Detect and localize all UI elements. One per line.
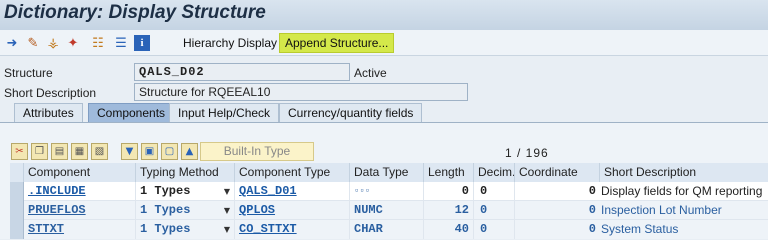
chevron-down-icon[interactable]: ▼ [224,220,230,239]
hierarchy-icon[interactable]: ☷ [90,35,106,51]
typing-method-value: 1 Types [140,203,191,217]
header-short-description[interactable]: Short Description [600,163,768,182]
append-structure-button[interactable]: Append Structure... [279,33,395,53]
header-component-type[interactable]: Component Type [235,163,350,182]
hierarchy-display-button[interactable]: Hierarchy Display [178,33,282,53]
typing-method-cell[interactable]: 1 Types ▼ [136,220,235,239]
tab-attributes[interactable]: Attributes [14,103,83,122]
component-type-cell[interactable]: QALS_D01 [235,182,350,201]
decimals-cell[interactable]: 0 [474,201,515,220]
header-typing-method[interactable]: Typing Method [136,163,235,182]
filter-icon[interactable]: ▼ [121,143,138,160]
row-selector[interactable] [10,201,24,220]
lock-pencil-icon[interactable]: ⚶ [45,35,61,51]
row-selector[interactable] [10,220,24,239]
row-selector[interactable] [10,182,24,201]
copy-icon[interactable]: ❐ [31,143,48,160]
short-description-cell[interactable]: Inspection Lot Number [600,201,768,220]
application-toolbar: ➜ ✎ ⚶ ✦ ☷ ☰ i Hierarchy Display Append S… [0,30,768,56]
glasses-pencil-icon[interactable]: ✎ [25,35,41,51]
component-cell[interactable]: STTXT [24,220,136,239]
coordinate-cell[interactable]: 0 [515,220,600,239]
row-counter: 1 / 196 [505,146,549,160]
component-type-cell[interactable]: QPLOS [235,201,350,220]
header-coordinate[interactable]: Coordinate [515,163,600,182]
find-icon[interactable]: ▲ [181,143,198,160]
delete-row-icon[interactable]: ▧ [91,143,108,160]
header-data-type[interactable]: Data Type [350,163,424,182]
deselect-all-icon[interactable]: ▢ [161,143,178,160]
status-text: Active [354,66,387,80]
component-cell[interactable]: PRUEFLOS [24,201,136,220]
header-length[interactable]: Length [424,163,474,182]
select-all-header[interactable] [10,163,24,182]
arrow-right-icon[interactable]: ➜ [4,35,20,51]
typing-method-cell[interactable]: 1 Types ▼ [136,182,235,201]
page-title: Dictionary: Display Structure [4,2,266,23]
component-cell[interactable]: .INCLUDE [24,182,136,201]
table-row: STTXT 1 Types ▼ CO_STTXT CHAR 40 0 0 Syst… [10,220,768,239]
short-description-field[interactable]: Structure for RQEEAL10 [134,83,468,101]
coordinate-cell[interactable]: 0 [515,201,600,220]
table-row: .INCLUDE 1 Types ▼ QALS_D01 ▫▫▫ 0 0 0 Dis… [10,182,768,201]
typing-method-cell[interactable]: 1 Types ▼ [136,201,235,220]
structure-field[interactable]: QALS_D02 [134,63,350,81]
table-row: PRUEFLOS 1 Types ▼ QPLOS NUMC 12 0 0 Insp… [10,201,768,220]
paste-icon[interactable]: ▤ [51,143,68,160]
chevron-down-icon[interactable]: ▼ [224,182,230,201]
short-description-cell[interactable]: Display fields for QM reporting [600,182,768,201]
length-cell[interactable]: 12 [424,201,474,220]
tab-strip: Attributes Components Input Help/Check C… [0,103,768,122]
list-icon[interactable]: ☰ [113,35,129,51]
tab-input-help-check[interactable]: Input Help/Check [169,103,280,122]
typing-method-value: 1 Types [140,222,191,236]
structure-label: Structure [4,66,53,80]
header-component[interactable]: Component [24,163,136,182]
data-type-cell[interactable]: NUMC [350,201,424,220]
short-description-label: Short Description [4,86,97,100]
cut-icon[interactable]: ✂ [11,143,28,160]
components-table: Component Typing Method Component Type D… [10,163,768,239]
short-description-cell[interactable]: System Status [600,220,768,239]
magic-wand-icon[interactable]: ✦ [65,35,81,51]
decimals-cell[interactable]: 0 [474,220,515,239]
decimals-cell[interactable]: 0 [474,182,515,201]
data-type-cell[interactable]: ▫▫▫ [350,182,424,201]
tab-currency-quantity-fields[interactable]: Currency/quantity fields [279,103,423,122]
data-type-cell[interactable]: CHAR [350,220,424,239]
chevron-down-icon[interactable]: ▼ [224,201,230,220]
component-type-cell[interactable]: CO_STTXT [235,220,350,239]
info-icon[interactable]: i [134,35,150,51]
length-cell[interactable]: 40 [424,220,474,239]
built-in-type-button[interactable]: Built-In Type [200,142,314,161]
tab-components[interactable]: Components [88,103,175,122]
length-cell[interactable]: 0 [424,182,474,201]
header-decimals[interactable]: Decim... [474,163,515,182]
coordinate-cell[interactable]: 0 [515,182,600,201]
title-bar: Dictionary: Display Structure [0,0,768,30]
typing-method-value: 1 Types [140,184,191,198]
select-all-icon[interactable]: ▣ [141,143,158,160]
insert-row-icon[interactable]: ▦ [71,143,88,160]
